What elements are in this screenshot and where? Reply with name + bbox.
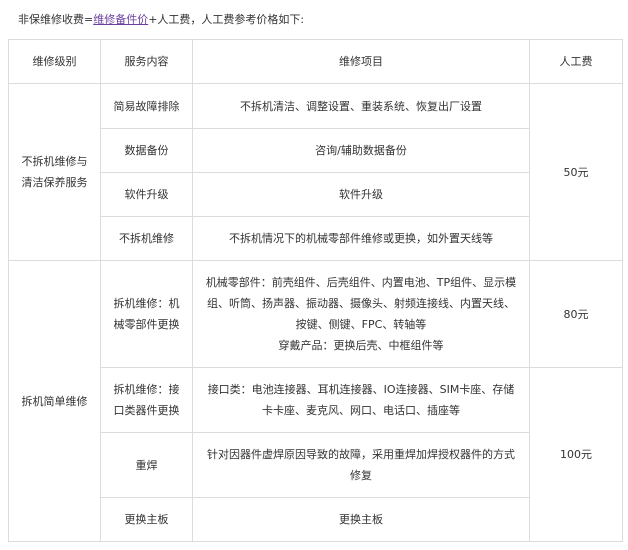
- items-text: 机械零部件：前壳组件、后壳组件、内置电池、TP组件、显示模组、听筒、扬声器、振动…: [205, 276, 517, 331]
- items-cell: 机械零部件：前壳组件、后壳组件、内置电池、TP组件、显示模组、听筒、扬声器、振动…: [192, 260, 530, 368]
- spare-parts-price-link[interactable]: 维修备件价: [93, 13, 148, 26]
- fee-cell: 50元: [529, 83, 623, 261]
- fee-cell: 100元: [529, 367, 623, 542]
- intro-prefix: 非保维修收费=: [18, 13, 94, 26]
- table-header-row: 维修级别 服务内容 维修项目 人工费: [8, 39, 623, 84]
- service-cell: 数据备份: [100, 128, 193, 173]
- fee-cell: 80元: [529, 260, 623, 368]
- service-cell: 拆机维修：接口类器件更换: [100, 367, 193, 433]
- intro-text: 非保维修收费=维修备件价+人工费，人工费参考价格如下:: [18, 13, 304, 27]
- table-row: 拆机简单维修 拆机维修：机械零部件更换 机械零部件：前壳组件、后壳组件、内置电池…: [8, 260, 623, 542]
- items-text-wearables: 穿戴产品：更换后壳、中框组件等: [278, 339, 444, 352]
- service-cell: 不拆机维修: [100, 216, 193, 261]
- header-fee: 人工费: [529, 39, 623, 84]
- service-cell: 软件升级: [100, 172, 193, 217]
- level-cell: 拆机简单维修: [8, 260, 101, 542]
- items-cell: 接口类：电池连接器、耳机连接器、IO连接器、SIM卡座、存储卡卡座、麦克风、网口…: [192, 367, 530, 433]
- labor-fee-table: 维修级别 服务内容 维修项目 人工费 不拆机维修与清洁保养服务 简易故障排除 不…: [8, 39, 623, 542]
- header-service: 服务内容: [100, 39, 193, 84]
- service-cell: 拆机维修：机械零部件更换: [100, 260, 193, 368]
- service-cell: 简易故障排除: [100, 83, 193, 129]
- items-cell: 针对因器件虚焊原因导致的故障，采用重焊加焊授权器件的方式修复: [192, 432, 530, 498]
- header-level: 维修级别: [8, 39, 101, 84]
- items-cell: 软件升级: [192, 172, 530, 217]
- items-cell: 不拆机清洁、调整设置、重装系统、恢复出厂设置: [192, 83, 530, 129]
- items-cell: 更换主板: [192, 497, 530, 542]
- header-items: 维修项目: [192, 39, 530, 84]
- items-cell: 不拆机情况下的机械零部件维修或更换，如外置天线等: [192, 216, 530, 261]
- table-row: 拆机维修：接口类器件更换 接口类：电池连接器、耳机连接器、IO连接器、SIM卡座…: [9, 367, 623, 542]
- level-cell: 不拆机维修与清洁保养服务: [8, 83, 101, 261]
- items-cell: 咨询/辅助数据备份: [192, 128, 530, 173]
- intro-suffix: +人工费，人工费参考价格如下:: [148, 13, 305, 26]
- service-cell: 更换主板: [100, 497, 193, 542]
- service-cell: 重焊: [100, 432, 193, 498]
- table-row: 不拆机维修与清洁保养服务 简易故障排除 不拆机清洁、调整设置、重装系统、恢复出厂…: [8, 83, 623, 261]
